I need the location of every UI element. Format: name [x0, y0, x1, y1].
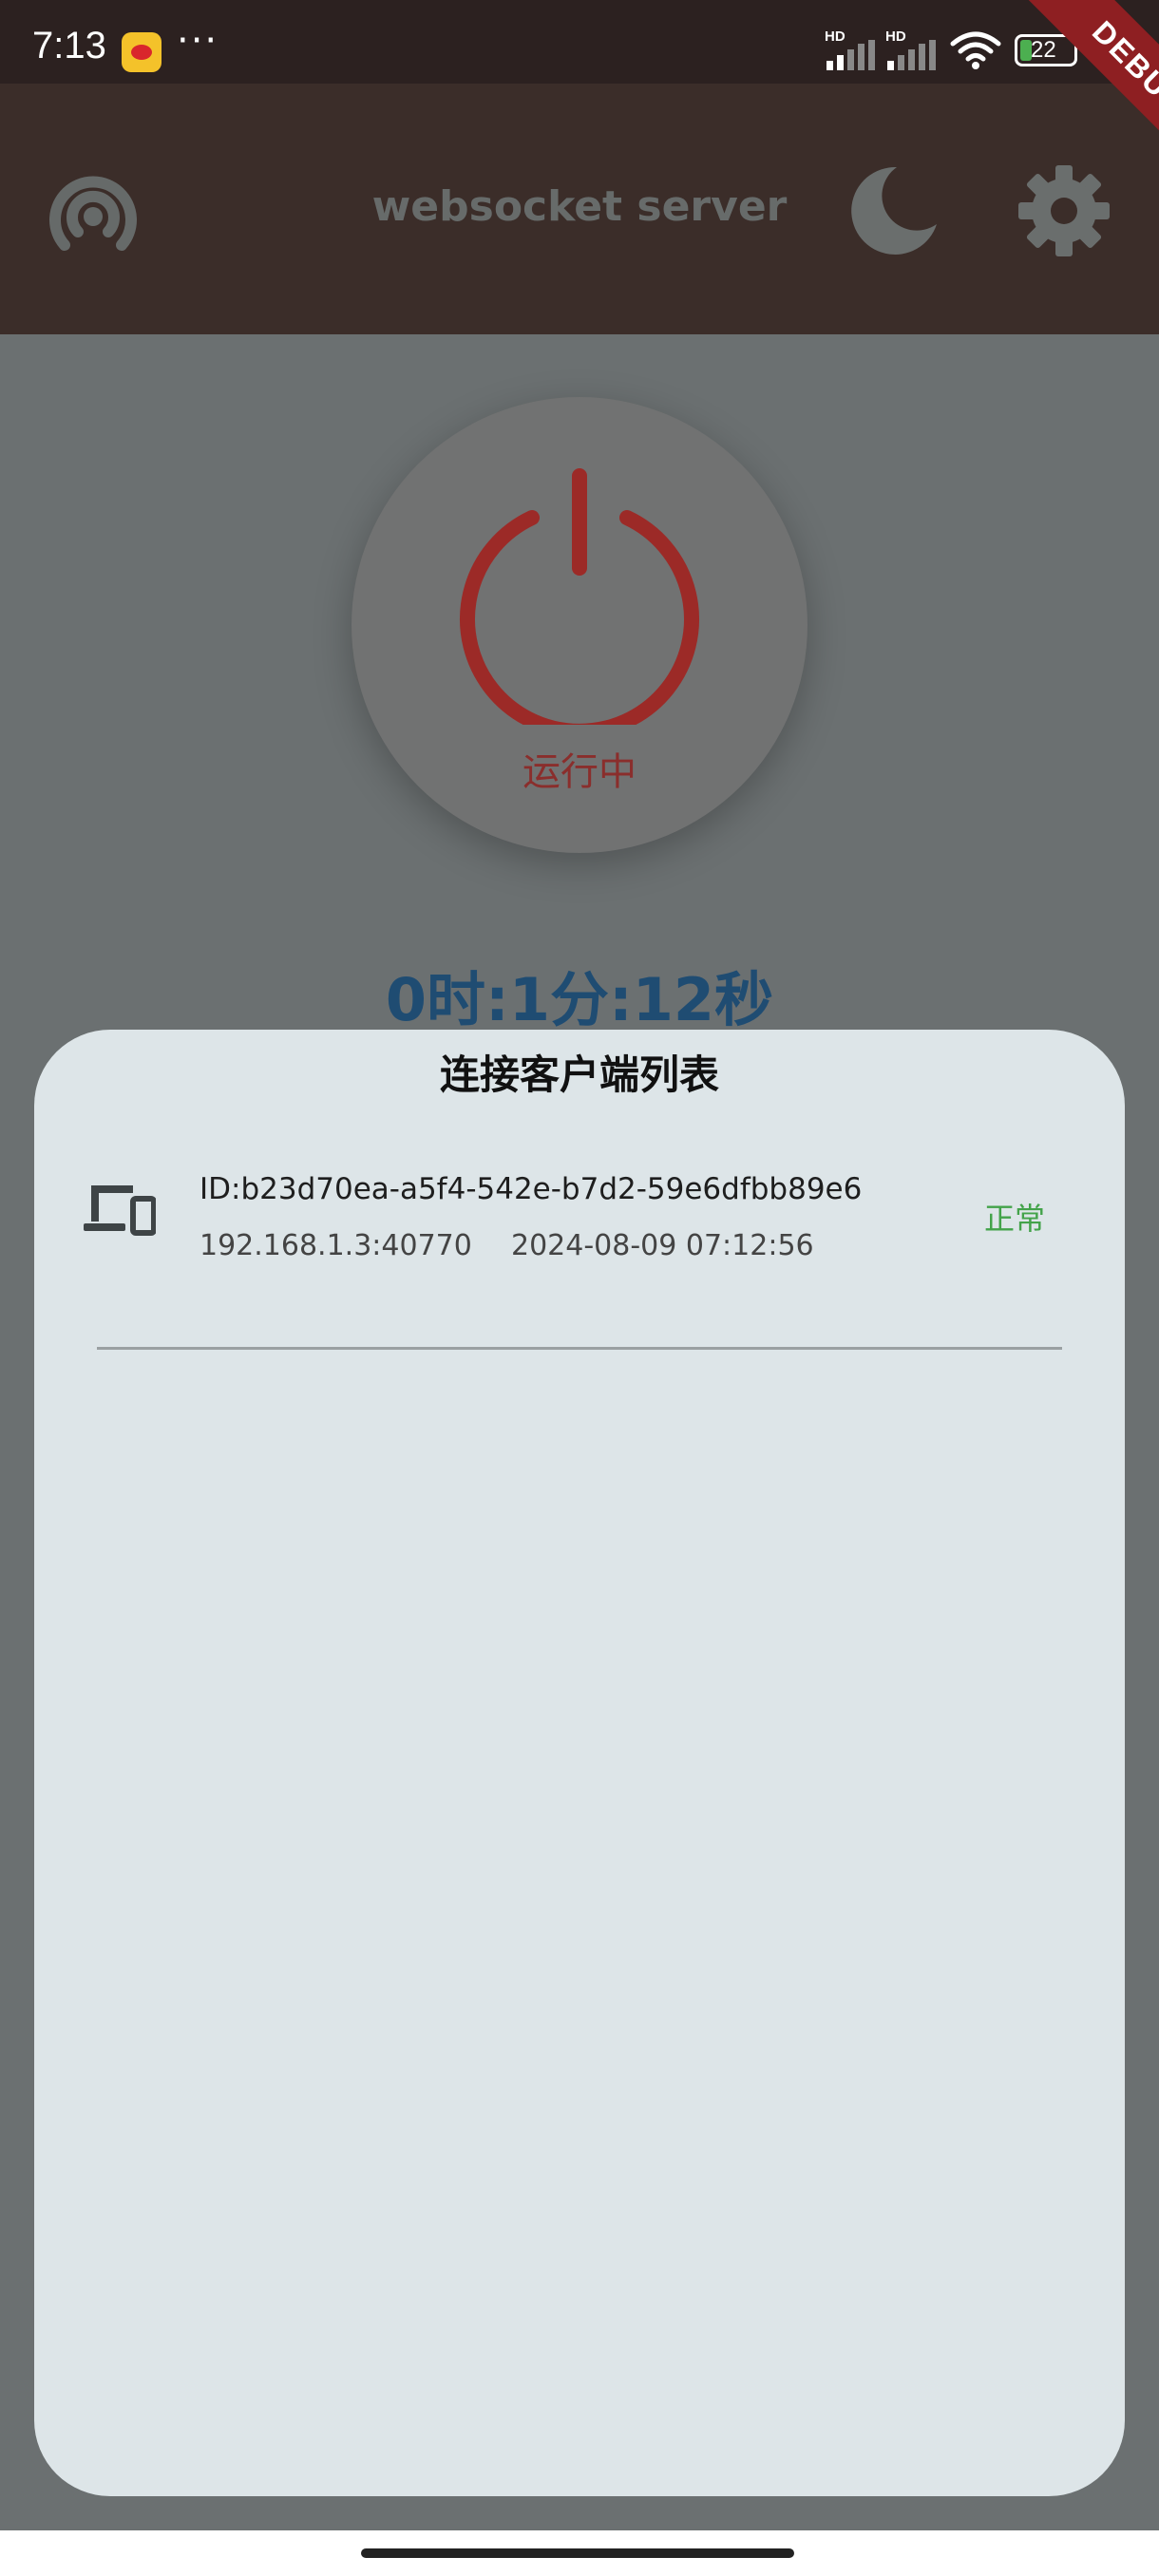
app-bar: websocket server	[0, 84, 1159, 334]
server-status-label: 运行中	[522, 750, 636, 794]
app-title: websocket server	[371, 182, 788, 231]
list-item[interactable]: ID:b23d70ea-a5f4-542e-b7d2-59e6dfbb89e6 …	[34, 1172, 1125, 1315]
weibo-notification-icon	[122, 32, 162, 72]
devices-icon	[84, 1185, 156, 1236]
client-id: ID:b23d70ea-a5f4-542e-b7d2-59e6dfbb89e6	[200, 1172, 863, 1206]
navigation-handle[interactable]	[361, 2548, 794, 2558]
divider	[97, 1347, 1062, 1350]
client-connected-time: 2024-08-09 07:12:56	[511, 1229, 814, 1262]
client-status: 正常	[984, 1201, 1046, 1237]
status-bar: 7:13 ··· HD HD 22	[0, 0, 1159, 84]
moon-icon[interactable]	[846, 161, 940, 260]
power-button[interactable]: 运行中	[352, 397, 808, 853]
power-icon	[460, 468, 699, 725]
uptime-timer: 0时:1分:12秒	[385, 965, 774, 1034]
client-list-sheet: 连接客户端列表 ID:b23d70ea-a5f4-542e-b7d2-59e6d…	[34, 1030, 1125, 2496]
battery-level: 22	[1031, 37, 1056, 63]
more-notifications-icon: ···	[177, 19, 219, 63]
gear-icon[interactable]	[1016, 161, 1112, 260]
client-address: 192.168.1.3:40770	[200, 1229, 472, 1262]
status-time: 7:13	[32, 25, 106, 66]
wifi-icon	[950, 31, 1001, 69]
sheet-title: 连接客户端列表	[439, 1051, 719, 1098]
